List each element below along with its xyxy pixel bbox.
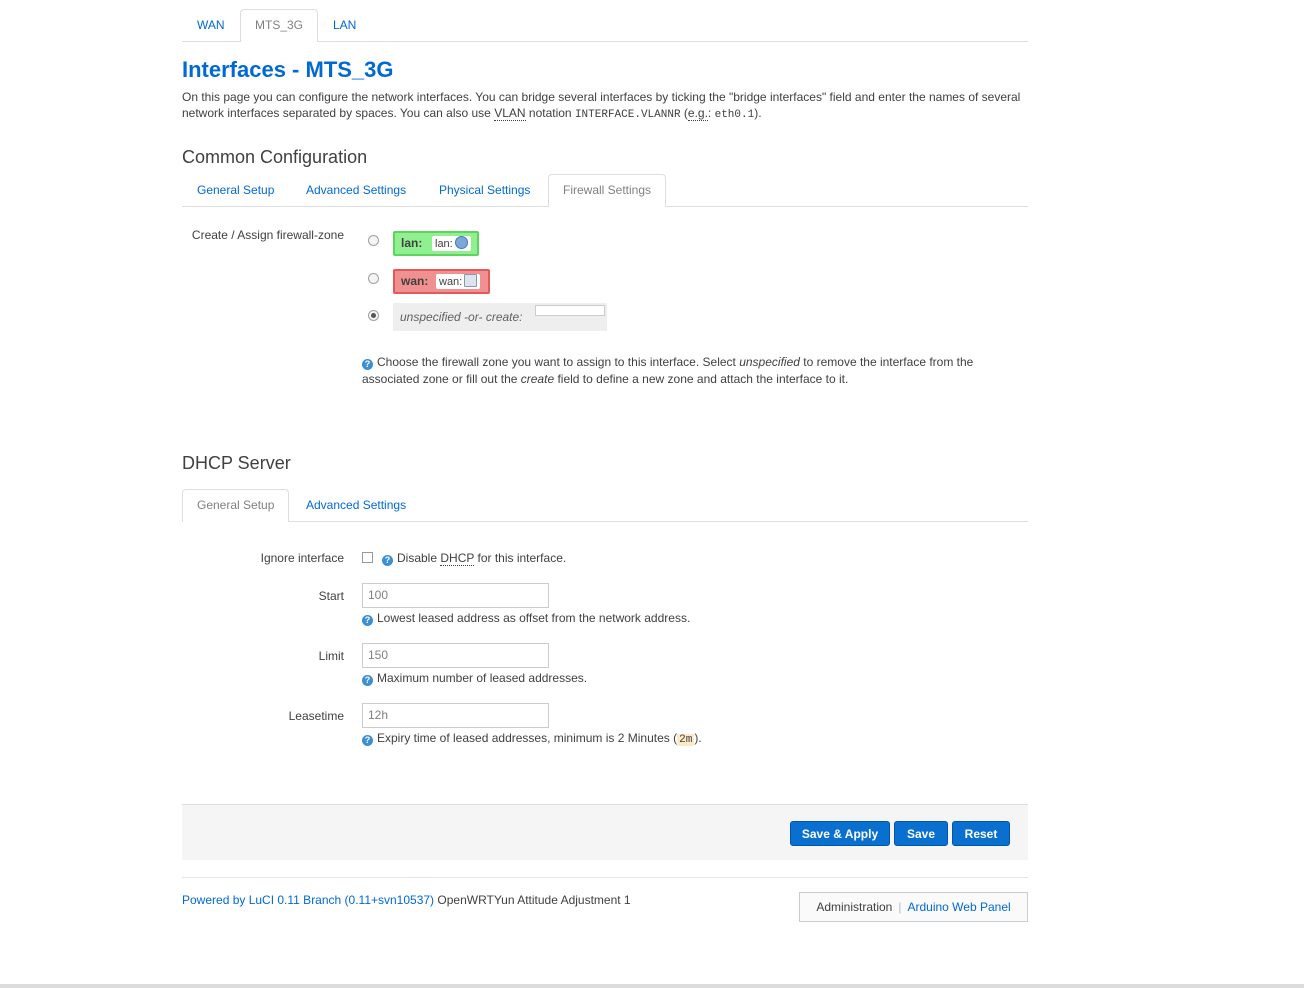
leasetime-label: Leasetime <box>288 709 344 723</box>
zone-lan-member-label: lan: <box>435 238 453 250</box>
zone-wan-radio[interactable] <box>368 273 379 284</box>
help-emphasis: unspecified <box>739 355 800 369</box>
desc-text: : <box>707 106 715 120</box>
help-icon: ? <box>382 555 393 566</box>
help-text: Disable <box>397 551 441 565</box>
tab-mts-3g[interactable]: MTS_3G <box>240 9 319 42</box>
start-label: Start <box>318 589 344 603</box>
zone-lan-member: lan: <box>432 236 471 251</box>
menu-administration[interactable]: Administration <box>816 900 892 914</box>
zone-wan[interactable]: wan: wan: <box>393 269 490 294</box>
create-zone-input[interactable] <box>535 305 605 316</box>
common-config-tabs: General Setup Advanced Settings Physical… <box>182 174 1028 207</box>
tab-general-setup[interactable]: General Setup <box>182 174 289 205</box>
leasetime-input[interactable]: 12h <box>362 703 549 728</box>
tab-dhcp-advanced-settings[interactable]: Advanced Settings <box>291 489 421 520</box>
tab-advanced-settings[interactable]: Advanced Settings <box>291 174 421 205</box>
firewall-help: ? Choose the firewall zone you want to as… <box>362 354 1002 388</box>
help-icon: ? <box>362 675 373 686</box>
ignore-interface-checkbox[interactable] <box>362 552 373 563</box>
desc-text: ( <box>680 106 688 120</box>
help-emphasis: create <box>520 372 555 386</box>
zone-wan-member: wan: <box>436 274 481 289</box>
help-icon: ? <box>362 735 373 746</box>
zone-unspecified-radio[interactable] <box>368 310 379 321</box>
ignore-interface-label: Ignore interface <box>260 551 344 565</box>
interface-tabs: WAN MTS_3G LAN <box>182 9 1028 42</box>
help-text: Lowest leased address as offset from the… <box>377 611 691 625</box>
firmware-version: OpenWRTYun Attitude Adjustment 1 <box>434 893 631 907</box>
zone-unspecified: unspecified -or- create: <box>393 303 607 331</box>
page-description: On this page you can configure the netwo… <box>182 89 1028 123</box>
save-button[interactable]: Save <box>894 821 948 846</box>
leasetime-help: ? Expiry time of leased addresses, minimu… <box>362 730 702 749</box>
limit-help: ? Maximum number of leased addresses. <box>362 670 587 687</box>
unspecified-label: unspecified -or- create: <box>400 310 523 324</box>
desc-code: INTERFACE.VLANNR <box>574 109 681 121</box>
desc-text: ). <box>754 106 762 120</box>
reset-button[interactable]: Reset <box>952 821 1010 846</box>
help-icon: ? <box>362 359 373 370</box>
save-apply-button[interactable]: Save & Apply <box>790 821 890 846</box>
tab-firewall-settings[interactable]: Firewall Settings <box>548 174 667 207</box>
start-input[interactable]: 100 <box>362 583 549 608</box>
start-help: ? Lowest leased address as offset from th… <box>362 610 690 627</box>
limit-input[interactable]: 150 <box>362 643 549 668</box>
menu-arduino-web-panel[interactable]: Arduino Web Panel <box>907 900 1010 914</box>
zone-wan-member-label: wan: <box>439 276 463 288</box>
ignore-interface-help: ? Disable DHCP for this interface. <box>382 550 566 567</box>
footer-menu: Administration | Arduino Web Panel <box>799 892 1028 922</box>
common-config-heading: Common Configuration <box>182 147 368 167</box>
help-text: field to define a new zone and attach th… <box>554 372 849 386</box>
help-text: Maximum number of leased addresses. <box>377 671 588 685</box>
page-title: Interfaces - MTS_3G <box>182 57 394 82</box>
limit-label: Limit <box>318 649 344 663</box>
desc-text: notation <box>525 106 575 120</box>
dhcp-heading: DHCP Server <box>182 453 291 473</box>
zone-lan-name: lan: <box>401 236 423 250</box>
help-text: Expiry time of leased addresses, minimum… <box>377 731 678 745</box>
luci-link[interactable]: Powered by LuCI 0.11 Branch (0.11+svn105… <box>182 893 434 907</box>
zone-lan[interactable]: lan: lan: <box>393 231 479 256</box>
help-code: 2m <box>677 734 695 746</box>
dhcp-abbr: DHCP <box>440 551 475 566</box>
dhcp-tabs: General Setup Advanced Settings <box>182 489 1028 522</box>
tab-physical-settings[interactable]: Physical Settings <box>424 174 545 205</box>
tab-lan[interactable]: LAN <box>318 9 371 40</box>
wireless-icon <box>464 274 478 287</box>
help-text: ). <box>694 731 702 745</box>
desc-code: eth0.1 <box>714 109 755 121</box>
network-icon <box>454 236 468 249</box>
footer-divider <box>182 877 1028 878</box>
firewall-zone-label: Create / Assign firewall-zone <box>191 228 344 242</box>
zone-lan-radio[interactable] <box>368 235 379 246</box>
eg-abbr: e.g. <box>687 106 708 121</box>
horizontal-scrollbar[interactable] <box>0 984 1304 988</box>
menu-separator: | <box>898 900 902 914</box>
help-text: Choose the firewall zone you want to ass… <box>377 355 740 369</box>
tab-wan[interactable]: WAN <box>182 9 240 40</box>
help-text: for this interface. <box>474 551 567 565</box>
vlan-abbr: VLAN <box>494 106 526 121</box>
footer-info: Powered by LuCI 0.11 Branch (0.11+svn105… <box>182 893 631 907</box>
help-icon: ? <box>362 615 373 626</box>
tab-dhcp-general-setup[interactable]: General Setup <box>182 489 290 522</box>
zone-wan-name: wan: <box>401 274 429 288</box>
action-bar: Save & Apply Save Reset <box>182 804 1028 860</box>
